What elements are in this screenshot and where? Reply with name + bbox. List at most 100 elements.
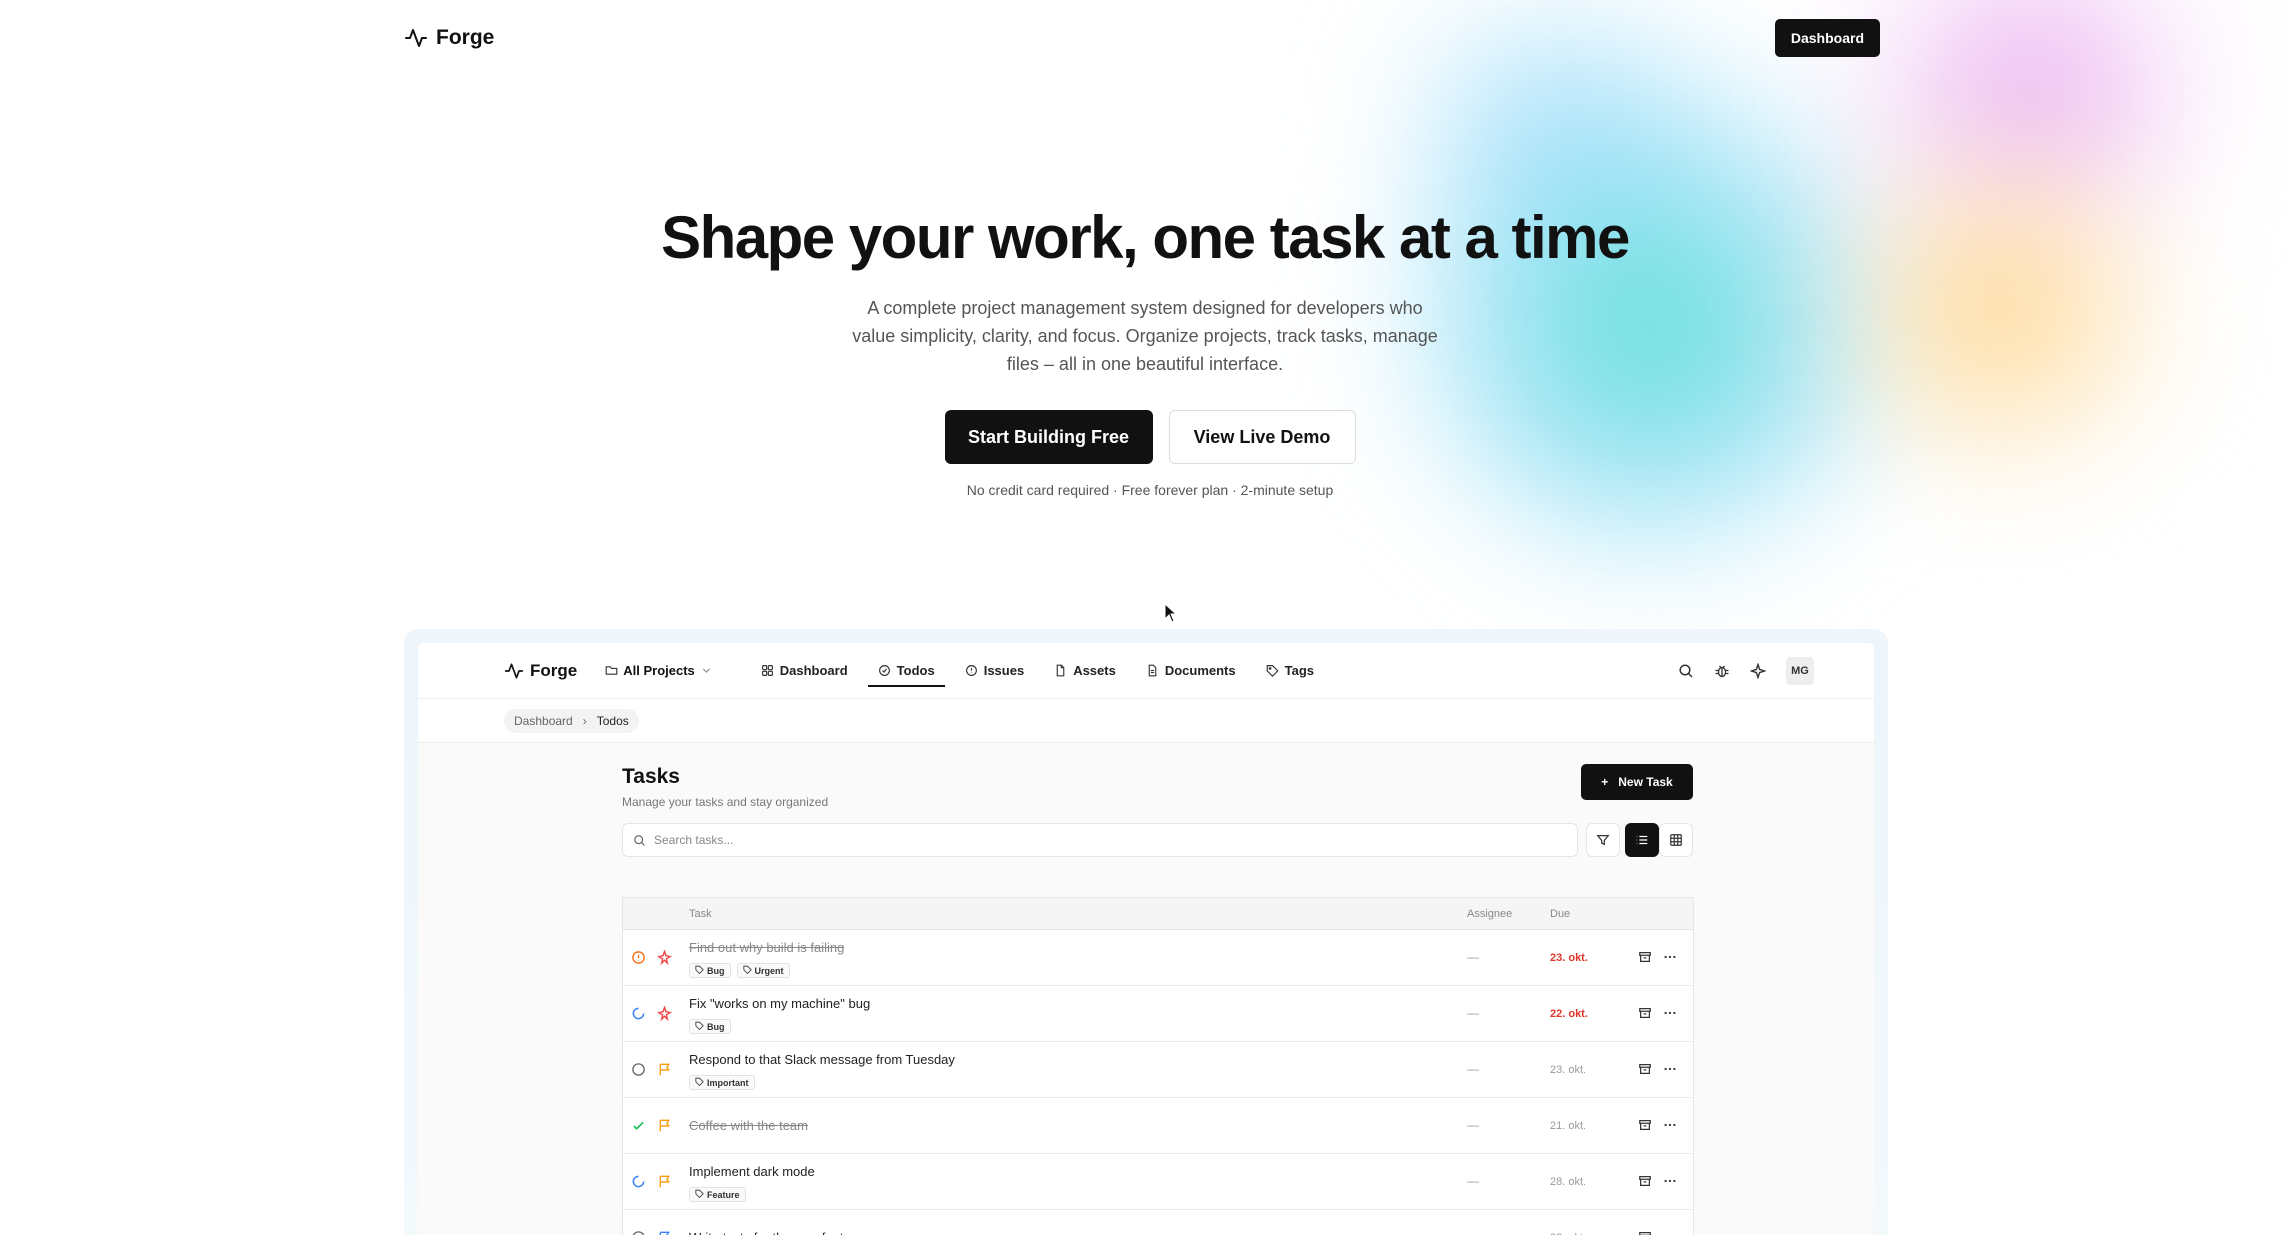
- more-options-icon[interactable]: [1663, 1006, 1677, 1020]
- tag-label: Bug: [707, 965, 725, 976]
- project-selector[interactable]: All Projects: [605, 663, 713, 678]
- task-due-date[interactable]: 21. okt.: [1550, 1120, 1586, 1132]
- more-options-icon[interactable]: [1663, 1118, 1677, 1132]
- app-logo[interactable]: Forge: [504, 661, 577, 681]
- archive-icon[interactable]: [1638, 1006, 1652, 1020]
- tag-badge[interactable]: Bug: [689, 1019, 731, 1034]
- plus-icon: +: [1601, 775, 1609, 789]
- status-todo-icon[interactable]: [631, 1230, 646, 1235]
- status-in-progress-icon[interactable]: [631, 1006, 646, 1021]
- table-row[interactable]: Coffee with the team — 21. okt.: [623, 1098, 1693, 1154]
- nav-documents-label: Documents: [1164, 663, 1236, 678]
- status-blocked-icon[interactable]: [631, 950, 646, 965]
- nav-dashboard-label: Dashboard: [779, 663, 848, 678]
- dashboard-button[interactable]: Dashboard: [1774, 19, 1880, 57]
- table-row[interactable]: Respond to that Slack message from Tuesd…: [623, 1042, 1693, 1098]
- tag-icon: [695, 1077, 704, 1088]
- task-title[interactable]: Implement dark mode: [689, 1164, 815, 1179]
- document-icon: [1148, 664, 1157, 677]
- tag-badge[interactable]: Feature: [689, 1187, 746, 1202]
- breadcrumb: Dashboard › Todos: [504, 709, 639, 733]
- archive-icon[interactable]: [1638, 1118, 1652, 1132]
- search-input[interactable]: Search tasks...: [622, 823, 1578, 857]
- bug-icon[interactable]: [1714, 663, 1730, 679]
- table-row[interactable]: Find out why build is failing Bug Urgent — 2…: [623, 930, 1693, 986]
- start-building-button[interactable]: Start Building Free: [944, 410, 1153, 464]
- chevron-down-icon: [702, 668, 710, 673]
- archive-icon[interactable]: [1638, 1062, 1652, 1076]
- grid-view-button[interactable]: [1659, 823, 1693, 857]
- nav-issues[interactable]: Issues: [965, 643, 1024, 699]
- task-assignee[interactable]: —: [1467, 1062, 1479, 1076]
- breadcrumb-dashboard[interactable]: Dashboard: [514, 714, 573, 728]
- tag-badge[interactable]: Urgent: [736, 963, 790, 978]
- more-options-icon[interactable]: [1663, 1174, 1677, 1188]
- task-title[interactable]: Fix "works on my machine" bug: [689, 996, 870, 1011]
- status-done-icon[interactable]: [631, 1118, 646, 1133]
- tag-icon: [1266, 665, 1279, 677]
- tag-label: Feature: [707, 1189, 740, 1200]
- view-demo-button[interactable]: View Live Demo: [1168, 410, 1356, 464]
- priority-high-icon: [657, 1174, 672, 1189]
- hero-subtitle: A complete project management system des…: [852, 298, 1438, 374]
- nav-assets-label: Assets: [1073, 663, 1116, 678]
- task-title[interactable]: Write tests for the new feature: [689, 1230, 862, 1235]
- tag-badge[interactable]: Important: [689, 1075, 755, 1090]
- status-todo-icon[interactable]: [631, 1062, 646, 1077]
- task-assignee[interactable]: —: [1467, 1230, 1479, 1235]
- table-row[interactable]: Write tests for the new feature—23. okt.: [623, 1210, 1693, 1235]
- list-view-button[interactable]: [1625, 823, 1659, 857]
- hero-actions: Start Building Free View Live Demo: [0, 410, 2290, 464]
- search-icon: [634, 834, 645, 846]
- hero-title: Shape your work, one task at a time: [661, 204, 1630, 271]
- tag-badge[interactable]: Bug: [689, 963, 731, 978]
- archive-icon[interactable]: [1638, 950, 1652, 964]
- file-icon: [1056, 664, 1065, 677]
- priority-urgent-icon: [657, 1005, 672, 1022]
- site-logo[interactable]: Forge: [404, 26, 494, 50]
- chevron-right-icon: ›: [582, 714, 587, 728]
- task-due-date[interactable]: 23. okt.: [1550, 1064, 1586, 1076]
- archive-icon[interactable]: [1638, 1174, 1652, 1188]
- task-due-date[interactable]: 23. okt.: [1550, 952, 1588, 964]
- tasks-table: Task Assignee Due Find out why build is …: [622, 897, 1694, 1235]
- nav-assets[interactable]: Assets: [1054, 643, 1116, 699]
- task-assignee[interactable]: —: [1467, 1118, 1479, 1132]
- nav-tags[interactable]: Tags: [1266, 643, 1314, 699]
- column-due[interactable]: Due: [1550, 908, 1570, 920]
- table-row[interactable]: Implement dark mode Feature — 28. okt.: [623, 1154, 1693, 1210]
- table-row[interactable]: Fix "works on my machine" bug Bug — 22. okt…: [623, 986, 1693, 1042]
- nav-todos[interactable]: Todos: [867, 643, 945, 699]
- more-options-icon[interactable]: [1663, 1062, 1677, 1076]
- task-due-date[interactable]: 28. okt.: [1550, 1176, 1586, 1188]
- nav-todos-label: Todos: [896, 663, 935, 678]
- column-task[interactable]: Task: [689, 908, 712, 920]
- task-assignee[interactable]: —: [1467, 1006, 1479, 1020]
- avatar[interactable]: MG: [1786, 657, 1814, 685]
- status-in-progress-icon[interactable]: [631, 1174, 646, 1189]
- task-title[interactable]: Find out why build is failing: [689, 940, 844, 955]
- task-tags: Important: [689, 1075, 755, 1090]
- task-due-date[interactable]: 22. okt.: [1550, 1008, 1588, 1020]
- app-preview-frame: Forge All Projects Dashboard Todos Issue…: [404, 629, 1888, 1235]
- task-assignee[interactable]: —: [1467, 1174, 1479, 1188]
- column-assignee[interactable]: Assignee: [1467, 908, 1512, 920]
- tag-label: Bug: [707, 1021, 725, 1032]
- task-title[interactable]: Coffee with the team: [689, 1118, 808, 1133]
- tag-icon: [695, 965, 704, 976]
- app-brand-name: Forge: [530, 660, 578, 680]
- grid-icon: [761, 665, 773, 676]
- more-options-icon[interactable]: [1663, 1230, 1677, 1235]
- new-task-button[interactable]: + New Task: [1581, 764, 1693, 800]
- filter-button[interactable]: [1586, 823, 1620, 857]
- sparkle-icon[interactable]: [1750, 663, 1766, 679]
- archive-icon[interactable]: [1638, 1230, 1652, 1235]
- nav-tags-label: Tags: [1284, 663, 1315, 678]
- nav-dashboard[interactable]: Dashboard: [761, 643, 848, 699]
- nav-documents[interactable]: Documents: [1146, 643, 1236, 699]
- task-title[interactable]: Respond to that Slack message from Tuesd…: [689, 1052, 955, 1067]
- search-icon[interactable]: [1678, 663, 1694, 679]
- more-options-icon[interactable]: [1663, 950, 1677, 964]
- task-assignee[interactable]: —: [1467, 950, 1479, 964]
- alert-circle-icon: [965, 665, 977, 676]
